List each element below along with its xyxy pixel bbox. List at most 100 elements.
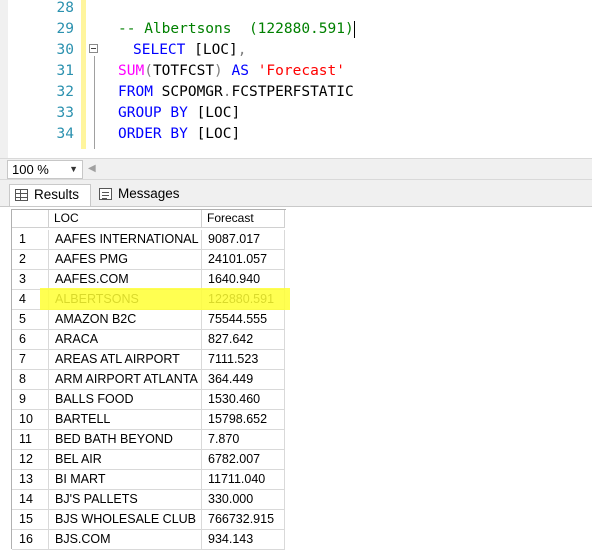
cell-forecast[interactable]: 364.449 (202, 370, 285, 390)
row-number-header[interactable] (12, 210, 49, 228)
cell-forecast[interactable]: 766732.915 (202, 510, 285, 530)
cell-forecast[interactable]: 11711.040 (202, 470, 285, 490)
cell-forecast[interactable]: 1530.460 (202, 390, 285, 410)
table-row[interactable]: 6 ARACA 827.642 (12, 330, 285, 350)
cell-loc[interactable]: AAFES.COM (49, 270, 202, 290)
code-token: ORDER BY (118, 126, 188, 142)
table-row[interactable]: 13 BI MART 11711.040 (12, 470, 285, 490)
zoom-value: 100 % (12, 162, 49, 177)
cell-loc[interactable]: AREAS ATL AIRPORT (49, 350, 202, 370)
scroll-left-arrow-icon[interactable]: ◀ (88, 160, 100, 178)
code-line[interactable]: FROM SCPOMGR.FCSTPERFSTATIC (118, 82, 354, 103)
line-number: 34 (56, 126, 74, 142)
zoom-dropdown[interactable]: 100 % ▼ (7, 160, 83, 179)
cell-loc[interactable]: BEL AIR (49, 450, 202, 470)
table-row[interactable]: 12 BEL AIR 6782.007 (12, 450, 285, 470)
row-number[interactable]: 3 (12, 270, 49, 290)
code-token: ) (214, 63, 223, 79)
code-token: FCSTPERFSTATIC (231, 84, 354, 100)
table-row[interactable]: 15 BJS WHOLESALE CLUB 766732.915 (12, 510, 285, 530)
results-grid[interactable]: LOC Forecast 1 AAFES INTERNATIONAL 9087.01… (11, 209, 290, 550)
cell-forecast[interactable]: 827.642 (202, 330, 285, 350)
table-row[interactable]: 10 BARTELL 15798.652 (12, 410, 285, 430)
cell-forecast[interactable]: 7.870 (202, 430, 285, 450)
cell-loc[interactable]: AAFES PMG (49, 250, 202, 270)
outline-guide (94, 56, 95, 149)
cell-forecast[interactable]: 75544.555 (202, 310, 285, 330)
row-number[interactable]: 10 (12, 410, 49, 430)
cell-loc[interactable]: BED BATH BEYOND (49, 430, 202, 450)
sql-editor[interactable]: 28 29 30 31 32 33 34 -- Albertsons (122880.591… (0, 0, 592, 158)
code-token: GROUP BY (118, 105, 188, 121)
code-token: , (237, 42, 247, 58)
cell-loc[interactable]: ARM AIRPORT ATLANTA (49, 370, 202, 390)
cell-forecast[interactable]: 1640.940 (202, 270, 285, 290)
cell-forecast[interactable]: 6782.007 (202, 450, 285, 470)
collapse-toggle-icon[interactable] (89, 44, 98, 53)
highlight-marker (40, 288, 290, 310)
cell-forecast[interactable]: 15798.652 (202, 410, 285, 430)
column-header-forecast[interactable]: Forecast (202, 210, 285, 228)
cell-loc[interactable]: BJS.COM (49, 530, 202, 550)
row-number[interactable]: 15 (12, 510, 49, 530)
table-row[interactable]: 7 AREAS ATL AIRPORT 7111.523 (12, 350, 285, 370)
cell-forecast[interactable]: 330.000 (202, 490, 285, 510)
table-row[interactable]: 11 BED BATH BEYOND 7.870 (12, 430, 285, 450)
code-token: [LOC] (185, 42, 238, 58)
cell-loc[interactable]: BALLS FOOD (49, 390, 202, 410)
text-caret (353, 20, 355, 38)
code-token: FROM (118, 84, 153, 100)
row-number[interactable]: 14 (12, 490, 49, 510)
table-row[interactable]: 14 BJ'S PALLETS 330.000 (12, 490, 285, 510)
cell-loc[interactable]: ARACA (49, 330, 202, 350)
row-number[interactable]: 13 (12, 470, 49, 490)
code-token: ( (144, 63, 153, 79)
row-number[interactable]: 11 (12, 430, 49, 450)
table-row[interactable]: 9 BALLS FOOD 1530.460 (12, 390, 285, 410)
grid-icon (15, 189, 28, 201)
row-number[interactable]: 12 (12, 450, 49, 470)
code-line[interactable]: ORDER BY [LOC] (118, 124, 240, 145)
cell-forecast[interactable]: 9087.017 (202, 230, 285, 250)
code-token: SELECT (133, 42, 186, 58)
row-number[interactable]: 9 (12, 390, 49, 410)
code-line[interactable]: SUM(TOTFCST) AS 'Forecast' (118, 61, 345, 82)
row-number[interactable]: 8 (12, 370, 49, 390)
row-number[interactable]: 5 (12, 310, 49, 330)
table-row[interactable]: 5 AMAZON B2C 75544.555 (12, 310, 285, 330)
table-row[interactable]: 2 AAFES PMG 24101.057 (12, 250, 285, 270)
tab-messages[interactable]: Messages (94, 184, 190, 206)
row-number[interactable]: 1 (12, 230, 49, 250)
code-token: SCPOMGR (152, 84, 223, 100)
line-number: 28 (56, 0, 74, 16)
table-row[interactable]: 3 AAFES.COM 1640.940 (12, 270, 285, 290)
cell-forecast[interactable]: 934.143 (202, 530, 285, 550)
cell-loc[interactable]: AAFES INTERNATIONAL (49, 230, 202, 250)
cell-loc[interactable]: AMAZON B2C (49, 310, 202, 330)
code-line[interactable]: SELECT [LOC], (133, 40, 247, 61)
messages-icon (99, 188, 112, 200)
cell-forecast[interactable]: 7111.523 (202, 350, 285, 370)
code-line[interactable]: GROUP BY [LOC] (118, 103, 240, 124)
row-number[interactable]: 2 (12, 250, 49, 270)
row-number[interactable]: 7 (12, 350, 49, 370)
cell-loc[interactable]: BJ'S PALLETS (49, 490, 202, 510)
table-row[interactable]: 1 AAFES INTERNATIONAL 9087.017 (12, 230, 285, 250)
line-number-gutter: 28 29 30 31 32 33 34 (8, 0, 80, 158)
cell-loc[interactable]: BI MART (49, 470, 202, 490)
table-row[interactable]: 8 ARM AIRPORT ATLANTA 364.449 (12, 370, 285, 390)
column-header-loc[interactable]: LOC (49, 210, 202, 228)
cell-forecast[interactable]: 24101.057 (202, 250, 285, 270)
row-number[interactable]: 6 (12, 330, 49, 350)
results-pane: LOC Forecast 1 AAFES INTERNATIONAL 9087.01… (0, 206, 592, 550)
editor-status-strip: 100 % ▼ ◀ (0, 158, 592, 180)
code-token: . (222, 84, 232, 100)
row-number[interactable]: 16 (12, 530, 49, 550)
table-row[interactable]: 16 BJS.COM 934.143 (12, 530, 285, 550)
cell-loc[interactable]: BJS WHOLESALE CLUB (49, 510, 202, 530)
code-line[interactable]: -- Albertsons (122880.591) (118, 19, 355, 40)
tab-results[interactable]: Results (9, 184, 91, 206)
code-token: TOTFCST (152, 63, 215, 79)
cell-loc[interactable]: BARTELL (49, 410, 202, 430)
code-token: 'Forecast' (257, 63, 346, 79)
